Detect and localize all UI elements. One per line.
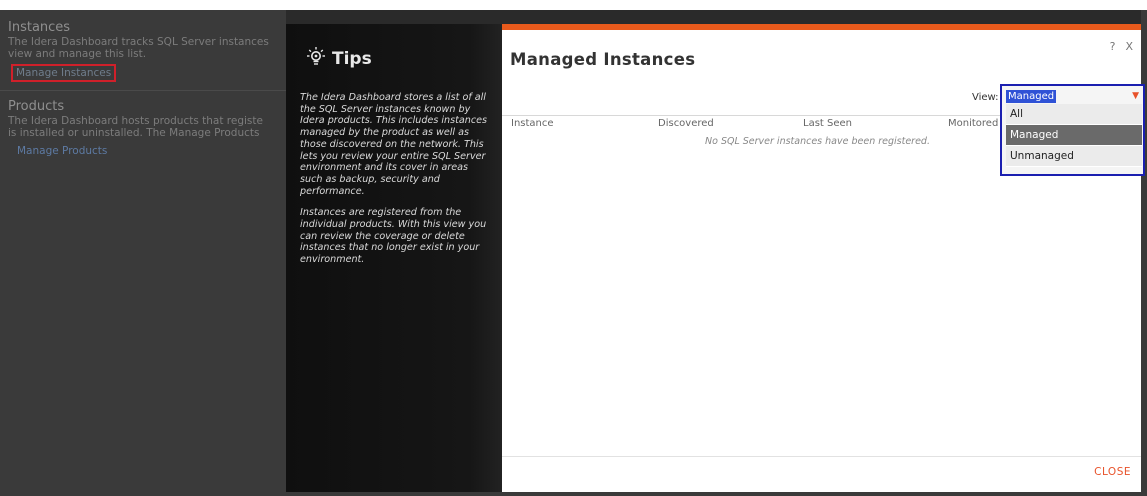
view-option-managed[interactable]: Managed: [1006, 125, 1142, 146]
view-options-list: All Managed Unmanaged: [1006, 104, 1142, 167]
empty-table-message: No SQL Server instances have been regist…: [705, 136, 930, 147]
tips-title: Tips: [332, 48, 372, 69]
instances-text-line2: view and manage this list.: [8, 48, 147, 60]
view-option-all[interactable]: All: [1006, 104, 1142, 125]
tips-paragraph-2: Instances are registered from the indivi…: [300, 207, 487, 266]
products-section: Products The Idera Dashboard hosts produ…: [0, 99, 286, 158]
column-header-discovered[interactable]: Discovered: [658, 118, 714, 129]
products-title: Products: [8, 99, 65, 114]
column-header-monitored[interactable]: Monitored: [948, 118, 998, 129]
dialog-title: Managed Instances: [510, 50, 696, 69]
background-panel: Instances The Idera Dashboard tracks SQL…: [0, 10, 286, 496]
divider: [0, 90, 286, 91]
top-bar: [0, 0, 1147, 10]
close-button[interactable]: CLOSE: [1094, 466, 1131, 478]
instances-title: Instances: [8, 20, 71, 35]
manage-instances-link[interactable]: Manage Instances: [11, 64, 117, 82]
background-bottom-edge: [286, 492, 1147, 496]
products-text-line2: is installed or uninstalled. The Manage …: [8, 127, 260, 139]
background-right-edge: [1141, 10, 1147, 496]
manage-products-link[interactable]: Manage Products: [14, 144, 110, 158]
dialog-accent-bar: [502, 24, 1141, 30]
dialog-controls: ? X: [1110, 40, 1133, 53]
tips-body: The Idera Dashboard stores a list of all…: [300, 92, 490, 276]
close-icon[interactable]: X: [1125, 40, 1133, 53]
dialog-footer-divider: [502, 456, 1141, 457]
view-select[interactable]: Managed ▼: [1006, 89, 1141, 103]
instances-section: Instances The Idera Dashboard tracks SQL…: [0, 10, 286, 82]
column-header-last-seen[interactable]: Last Seen: [803, 118, 852, 129]
tips-header: Tips: [306, 46, 372, 71]
tips-paragraph-1: The Idera Dashboard stores a list of all…: [300, 92, 488, 197]
view-label: View:: [972, 92, 999, 103]
products-text-line1: The Idera Dashboard hosts products that …: [8, 115, 263, 127]
chevron-down-icon[interactable]: ▼: [1132, 91, 1139, 101]
instances-text-line1: The Idera Dashboard tracks SQL Server in…: [8, 36, 269, 48]
view-option-unmanaged[interactable]: Unmanaged: [1006, 146, 1142, 167]
lightbulb-icon: [306, 46, 326, 71]
view-dropdown[interactable]: Managed ▼ All Managed Unmanaged: [1000, 84, 1145, 176]
column-header-instance[interactable]: Instance: [511, 118, 554, 129]
tips-panel: Tips The Idera Dashboard stores a list o…: [286, 24, 502, 492]
help-icon[interactable]: ?: [1110, 40, 1116, 53]
view-selected-value: Managed: [1006, 89, 1057, 103]
